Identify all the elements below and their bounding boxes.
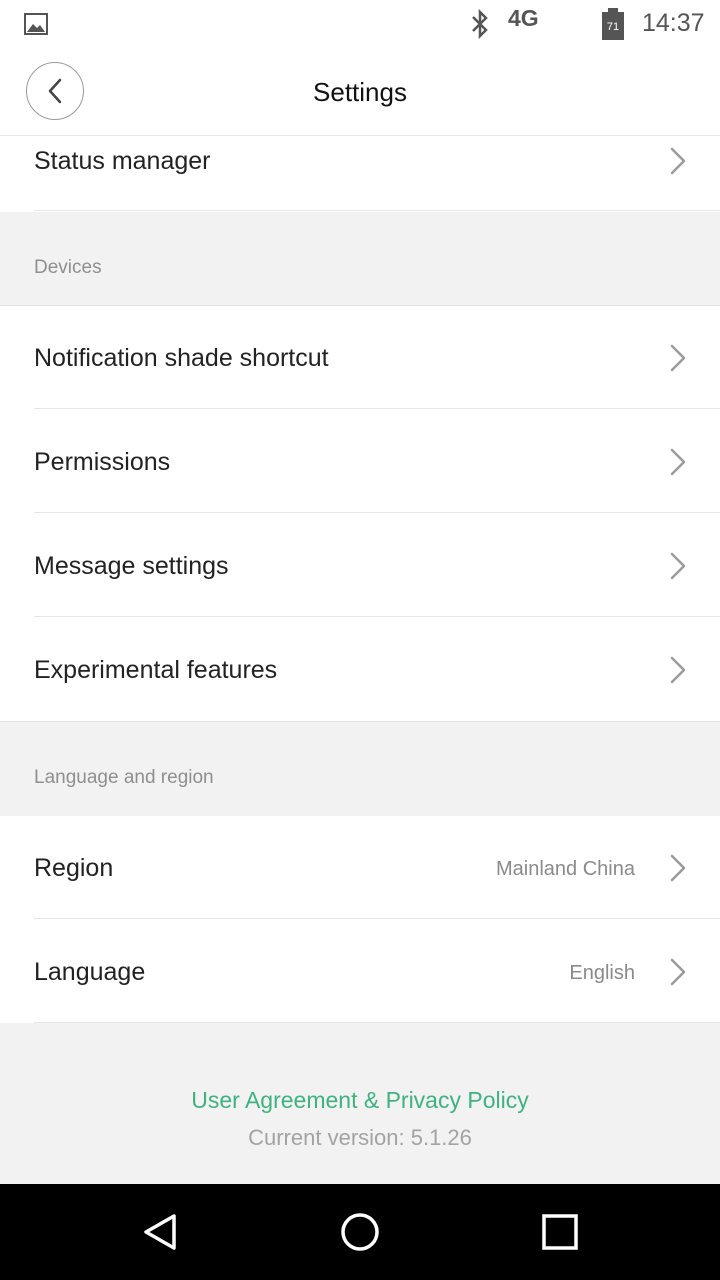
row-label: Permissions [34, 448, 171, 476]
chevron-right-icon [670, 552, 686, 580]
app-header: Settings [0, 48, 720, 136]
row-label: Message settings [34, 552, 229, 580]
divider [34, 1022, 720, 1023]
version-label: Current version: 5.1.26 [248, 1125, 472, 1150]
row-label: Notification shade shortcut [34, 344, 329, 372]
chevron-right-icon [670, 448, 686, 476]
battery-level-label: 71 [607, 21, 619, 33]
chevron-right-icon [670, 958, 686, 986]
chevron-right-icon [670, 344, 686, 372]
row-permissions[interactable]: Permissions [0, 409, 720, 513]
settings-screen: 4G 71 14:37 Settings Status manager Devi… [0, 0, 720, 1280]
row-status-manager[interactable]: Status manager [0, 136, 720, 212]
row-region[interactable]: Region Mainland China [0, 816, 720, 919]
battery-icon: 71 [602, 8, 624, 40]
section-title: Devices [34, 257, 102, 278]
section-header-devices: Devices [0, 212, 720, 306]
row-label: Experimental features [34, 656, 278, 684]
row-label: Language [34, 958, 146, 986]
row-label: Status manager [34, 147, 211, 175]
recents-square-icon[interactable] [540, 1212, 580, 1252]
divider [34, 210, 720, 211]
home-circle-icon[interactable] [340, 1212, 380, 1252]
system-nav-bar [0, 1184, 720, 1280]
row-language[interactable]: Language English [0, 919, 720, 1023]
row-label: Region [34, 854, 114, 882]
chevron-right-icon [670, 147, 686, 175]
clock: 14:37 [642, 9, 705, 37]
status-bar: 4G 71 14:37 [0, 0, 720, 48]
section-title: Language and region [34, 767, 214, 788]
chevron-right-icon [670, 854, 686, 882]
user-agreement-privacy-link[interactable]: User Agreement & Privacy Policy [0, 1087, 720, 1114]
section-header-language-region: Language and region [0, 721, 720, 817]
chevron-right-icon [670, 656, 686, 684]
network-type-label: 4G [508, 5, 539, 31]
image-icon [24, 13, 48, 35]
bluetooth-icon [472, 8, 488, 40]
row-value: English [569, 962, 635, 984]
page-title: Settings [313, 77, 407, 107]
back-triangle-icon[interactable] [140, 1212, 180, 1252]
row-message-settings[interactable]: Message settings [0, 513, 720, 617]
row-experimental-features[interactable]: Experimental features [0, 617, 720, 721]
row-value: Mainland China [496, 858, 635, 880]
row-notification-shade-shortcut[interactable]: Notification shade shortcut [0, 306, 720, 409]
